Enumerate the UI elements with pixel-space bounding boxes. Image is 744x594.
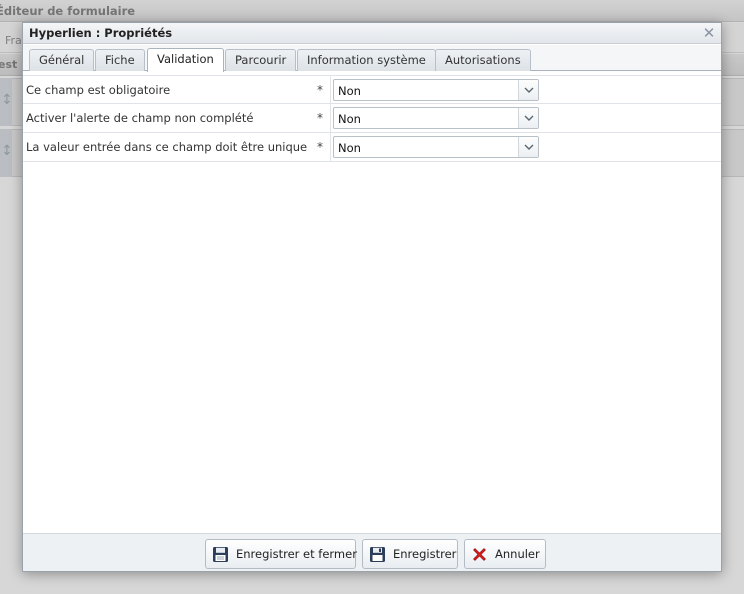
floppy-disk-icon: [369, 546, 386, 563]
tab-parcourir[interactable]: Parcourir: [225, 49, 297, 71]
required-marker: *: [317, 140, 323, 154]
close-icon[interactable]: ✕: [701, 24, 717, 42]
column-divider: [330, 104, 331, 132]
column-divider: [330, 133, 331, 161]
select-value: Non: [338, 84, 361, 98]
chevron-down-icon[interactable]: [518, 80, 538, 100]
select-value: Non: [338, 141, 361, 155]
cancel-button[interactable]: Annuler: [464, 539, 546, 569]
alerte-select[interactable]: Non: [333, 107, 539, 129]
button-label: Enregistrer et fermer: [236, 547, 357, 561]
required-marker: *: [317, 111, 323, 125]
field-label: La valeur entrée dans ce champ doit être…: [26, 140, 308, 154]
tab-bar: Général Fiche Validation Parcourir Infor…: [23, 45, 721, 72]
tab-validation[interactable]: Validation: [147, 48, 224, 72]
save-and-close-button[interactable]: Enregistrer et fermer: [205, 539, 357, 569]
select-value: Non: [338, 112, 361, 126]
required-marker: *: [317, 83, 323, 97]
obligatoire-select[interactable]: Non: [333, 79, 539, 101]
form-row-alerte: Activer l'alerte de champ non complété *…: [23, 104, 721, 133]
dialog-title: Hyperlien : Propriétés: [29, 26, 173, 40]
unique-select[interactable]: Non: [333, 136, 539, 158]
tab-information-systeme[interactable]: Information système: [297, 49, 436, 71]
field-label: Ce champ est obligatoire: [26, 83, 171, 97]
field-label: Activer l'alerte de champ non complété: [26, 111, 254, 125]
button-label: Enregistrer: [393, 547, 457, 561]
form-row-obligatoire: Ce champ est obligatoire * Non: [23, 75, 721, 104]
red-x-icon: [471, 546, 488, 563]
validation-form: Ce champ est obligatoire * Non Activer l…: [23, 75, 721, 162]
save-button[interactable]: Enregistrer: [362, 539, 458, 569]
chevron-down-icon[interactable]: [518, 137, 538, 157]
dialog-header: Hyperlien : Propriétés ✕: [23, 23, 721, 44]
tab-autorisations[interactable]: Autorisations: [435, 49, 531, 71]
button-label: Annuler: [495, 547, 540, 561]
tab-fiche[interactable]: Fiche: [95, 49, 145, 71]
chevron-down-icon[interactable]: [518, 108, 538, 128]
form-row-unique: La valeur entrée dans ce champ doit être…: [23, 133, 721, 162]
properties-dialog: Hyperlien : Propriétés ✕ Général Fiche V…: [22, 22, 722, 572]
column-divider: [330, 76, 331, 104]
dialog-footer: Enregistrer et fermer Enregistrer Annule…: [23, 533, 721, 571]
save-close-icon: [212, 546, 229, 563]
tab-general[interactable]: Général: [29, 49, 95, 71]
